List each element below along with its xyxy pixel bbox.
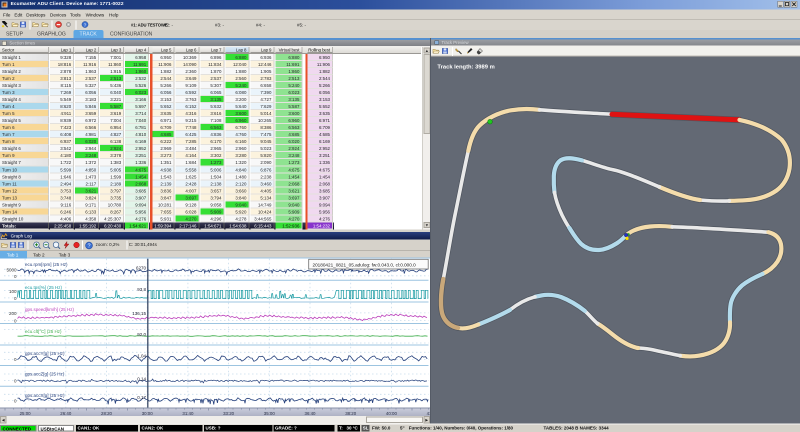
svg-text:ecu.clt[°C] (25 Hz): ecu.clt[°C] (25 Hz) <box>25 329 62 334</box>
svg-text:ecu.tps[%] (25 Hz): ecu.tps[%] (25 Hz) <box>25 285 63 290</box>
svg-text:200: 200 <box>9 311 17 316</box>
svg-text:gps.accX[g] (25 Hz): gps.accX[g] (25 Hz) <box>25 393 65 398</box>
svg-text:6270: 6270 <box>136 266 147 271</box>
svg-text:1,04: 1,04 <box>137 354 146 359</box>
svg-text:92,0: 92,0 <box>137 332 146 337</box>
svg-text:ecu.rpm[rpm] (25 Hz): ecu.rpm[rpm] (25 Hz) <box>25 262 68 267</box>
svg-text:0,14: 0,14 <box>137 377 146 382</box>
svg-text:5000: 5000 <box>6 268 17 273</box>
svg-text:gps.speed[km/h] (25 Hz): gps.speed[km/h] (25 Hz) <box>25 307 75 312</box>
svg-text:gps.accZ[g] (25 Hz): gps.accZ[g] (25 Hz) <box>25 371 65 376</box>
svg-text:0: 0 <box>14 274 17 279</box>
svg-text:20180421_0821_05.adulog: fw:0.: 20180421_0821_05.adulog: fw:0.043.0, cl:… <box>313 262 417 267</box>
svg-text:93,8: 93,8 <box>137 287 146 292</box>
svg-text:0,17: 0,17 <box>137 395 146 400</box>
svg-text:0: 0 <box>14 379 17 384</box>
svg-text:136,15: 136,15 <box>132 311 146 316</box>
svg-text:gps.accY[g] (25 Hz): gps.accY[g] (25 Hz) <box>25 351 65 356</box>
svg-text:100: 100 <box>9 289 17 294</box>
